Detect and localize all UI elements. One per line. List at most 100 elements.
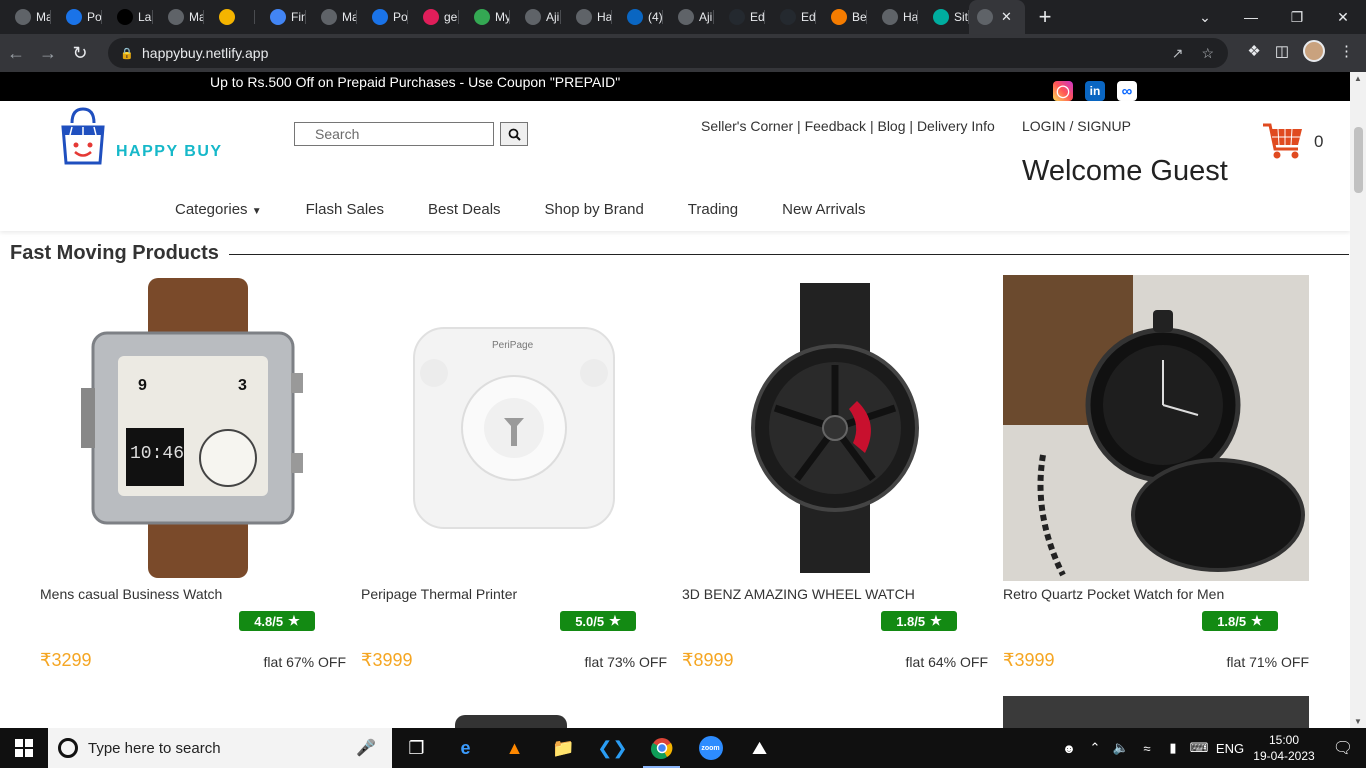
new-tab-button[interactable]: + — [1025, 4, 1065, 30]
delivery-info-link[interactable]: Delivery Info — [917, 118, 995, 134]
restore-button[interactable]: ❐ — [1274, 9, 1320, 26]
share-icon[interactable]: ↗ — [1172, 45, 1184, 62]
sellers-corner-link[interactable]: Seller's Corner — [701, 118, 793, 134]
promo-bar: Up to Rs.500 Off on Prepaid Purchases - … — [0, 72, 1350, 101]
cart-button[interactable]: 0 — [1262, 121, 1323, 161]
browser-tab[interactable]: Ma — [0, 0, 51, 34]
browser-tab[interactable]: Ha — [561, 0, 612, 34]
network-icon[interactable]: ≈ — [1134, 741, 1160, 756]
taskbar-search[interactable]: Type here to search 🎤 — [48, 728, 392, 768]
address-bar[interactable]: 🔒 happybuy.netlify.app ↗ ☆ — [108, 38, 1228, 68]
product-name[interactable]: 3D BENZ AMAZING WHEEL WATCH — [682, 586, 915, 602]
scroll-up-arrow-icon[interactable]: ▲ — [1354, 74, 1362, 83]
chrome-menu-icon[interactable]: ⋮ — [1339, 42, 1354, 60]
browser-tab[interactable] — [204, 0, 255, 34]
browser-tab[interactable]: Aji — [510, 0, 561, 34]
nav-flash-sales[interactable]: Flash Sales — [306, 201, 384, 218]
browser-tab-title: (4) — [648, 10, 663, 24]
browser-tab-active[interactable]: ✕ — [969, 0, 1025, 34]
close-tab-icon[interactable]: ✕ — [1001, 9, 1012, 25]
product-image[interactable] — [682, 275, 988, 581]
browser-tab[interactable]: Sit — [918, 0, 969, 34]
vscode-icon[interactable]: ❮❯ — [588, 728, 637, 768]
nav-categories[interactable]: Categories ▼ — [175, 201, 262, 218]
search-input[interactable] — [294, 122, 494, 146]
main-nav: Categories ▼ Flash Sales Best Deals Shop… — [175, 201, 865, 218]
extensions-icon[interactable]: ❖ — [1247, 42, 1260, 60]
browser-tab[interactable]: My — [459, 0, 510, 34]
browser-tab[interactable]: Ed — [765, 0, 816, 34]
site-logo[interactable]: HAPPY BUY — [58, 105, 223, 167]
instagram-icon[interactable]: ◯ — [1053, 81, 1073, 101]
browser-tab[interactable]: La — [102, 0, 153, 34]
microphone-icon[interactable]: 🎤 — [356, 738, 376, 758]
nav-best-deals[interactable]: Best Deals — [428, 201, 501, 218]
product-card[interactable]: Retro Quartz Pocket Watch for Men 1.8/5 ★… — [1003, 275, 1309, 695]
product-image[interactable]: 9 3 10:46 — [40, 275, 346, 581]
browser-tab[interactable]: Ma — [306, 0, 357, 34]
product-name[interactable]: Retro Quartz Pocket Watch for Men — [1003, 586, 1224, 602]
browser-tab[interactable]: Ma — [153, 0, 204, 34]
scroll-down-arrow-icon[interactable]: ▼ — [1354, 717, 1362, 726]
scrollbar-thumb[interactable] — [1354, 127, 1363, 193]
browser-tab[interactable]: Aji — [663, 0, 714, 34]
blog-link[interactable]: Blog — [877, 118, 905, 134]
product-image[interactable] — [1003, 275, 1309, 581]
start-button[interactable] — [0, 728, 48, 768]
bookmark-star-icon[interactable]: ☆ — [1201, 45, 1214, 62]
edge-icon[interactable]: e — [441, 728, 490, 768]
keyboard-icon[interactable]: ⌨ — [1186, 740, 1212, 756]
browser-tab[interactable]: Be — [816, 0, 867, 34]
product-card[interactable]: 9 3 10:46 Mens casual Business Watch 4.8… — [40, 275, 346, 695]
browser-tab[interactable]: ge — [408, 0, 459, 34]
people-icon[interactable]: ☻ — [1056, 741, 1082, 756]
nav-trading[interactable]: Trading — [688, 201, 738, 218]
show-hidden-icons-chevron-icon[interactable]: ⌃ — [1082, 740, 1108, 756]
browser-tab[interactable]: Ha — [867, 0, 918, 34]
task-view-icon[interactable]: ❐ — [392, 728, 441, 768]
browser-tab[interactable]: Po — [357, 0, 408, 34]
feedback-link[interactable]: Feedback — [805, 118, 866, 134]
language-indicator[interactable]: ENG — [1212, 741, 1248, 756]
page-scrollbar[interactable]: ▲ ▼ — [1350, 72, 1366, 728]
photos-icon[interactable]: ⛰ — [735, 728, 784, 768]
minimize-button[interactable]: — — [1228, 9, 1274, 25]
browser-tab[interactable]: (4) — [612, 0, 663, 34]
globe-icon — [977, 9, 993, 25]
taskbar-apps: ❐ e ▲ 📁 ❮❯ zoom ⛰ — [392, 728, 784, 768]
browser-tab-title: Ma — [342, 10, 357, 24]
meta-icon[interactable]: ∞ — [1117, 81, 1137, 101]
side-panel-icon[interactable]: ◫ — [1275, 42, 1289, 60]
product-name[interactable]: Mens casual Business Watch — [40, 586, 222, 602]
chrome-icon[interactable] — [637, 728, 686, 768]
product-card[interactable]: PeriPage Peripage Thermal Printer 5.0/5 ★… — [361, 275, 667, 695]
back-button[interactable]: ← — [0, 43, 32, 64]
nav-new-arrivals[interactable]: New Arrivals — [782, 201, 865, 218]
zoom-icon[interactable]: zoom — [686, 728, 735, 768]
volume-icon[interactable]: 🔈 — [1108, 740, 1134, 756]
rating-value: 1.8/5 — [1217, 613, 1247, 629]
next-product-image-partial[interactable] — [1003, 696, 1309, 728]
profile-avatar[interactable] — [1303, 40, 1325, 62]
next-product-image-partial[interactable] — [455, 715, 567, 728]
search-button[interactable] — [500, 122, 528, 146]
netlify-icon — [933, 9, 949, 25]
close-window-button[interactable]: ✕ — [1320, 9, 1366, 26]
vlc-icon[interactable]: ▲ — [490, 728, 539, 768]
browser-tab[interactable]: Po — [51, 0, 102, 34]
product-card[interactable]: 3D BENZ AMAZING WHEEL WATCH 1.8/5 ★ ₹8999… — [682, 275, 988, 695]
file-explorer-icon[interactable]: 📁 — [539, 728, 588, 768]
browser-tab[interactable]: Ed — [714, 0, 765, 34]
reload-button[interactable]: ↻ — [64, 43, 96, 64]
linkedin-icon[interactable]: in — [1085, 81, 1105, 101]
product-name[interactable]: Peripage Thermal Printer — [361, 586, 517, 602]
browser-tab[interactable]: Fin — [255, 0, 306, 34]
forward-button[interactable]: → — [32, 43, 64, 64]
clock[interactable]: 15:00 19-04-2023 — [1248, 732, 1320, 764]
login-signup-link[interactable]: LOGIN / SIGNUP — [1022, 118, 1131, 134]
product-image[interactable]: PeriPage — [361, 275, 667, 581]
notification-center-icon[interactable]: 🗨 — [1320, 738, 1366, 758]
nav-shop-by-brand[interactable]: Shop by Brand — [545, 201, 644, 218]
battery-icon[interactable]: ▮ — [1160, 740, 1186, 756]
tab-search-chevron-icon[interactable]: ⌄ — [1182, 9, 1228, 26]
